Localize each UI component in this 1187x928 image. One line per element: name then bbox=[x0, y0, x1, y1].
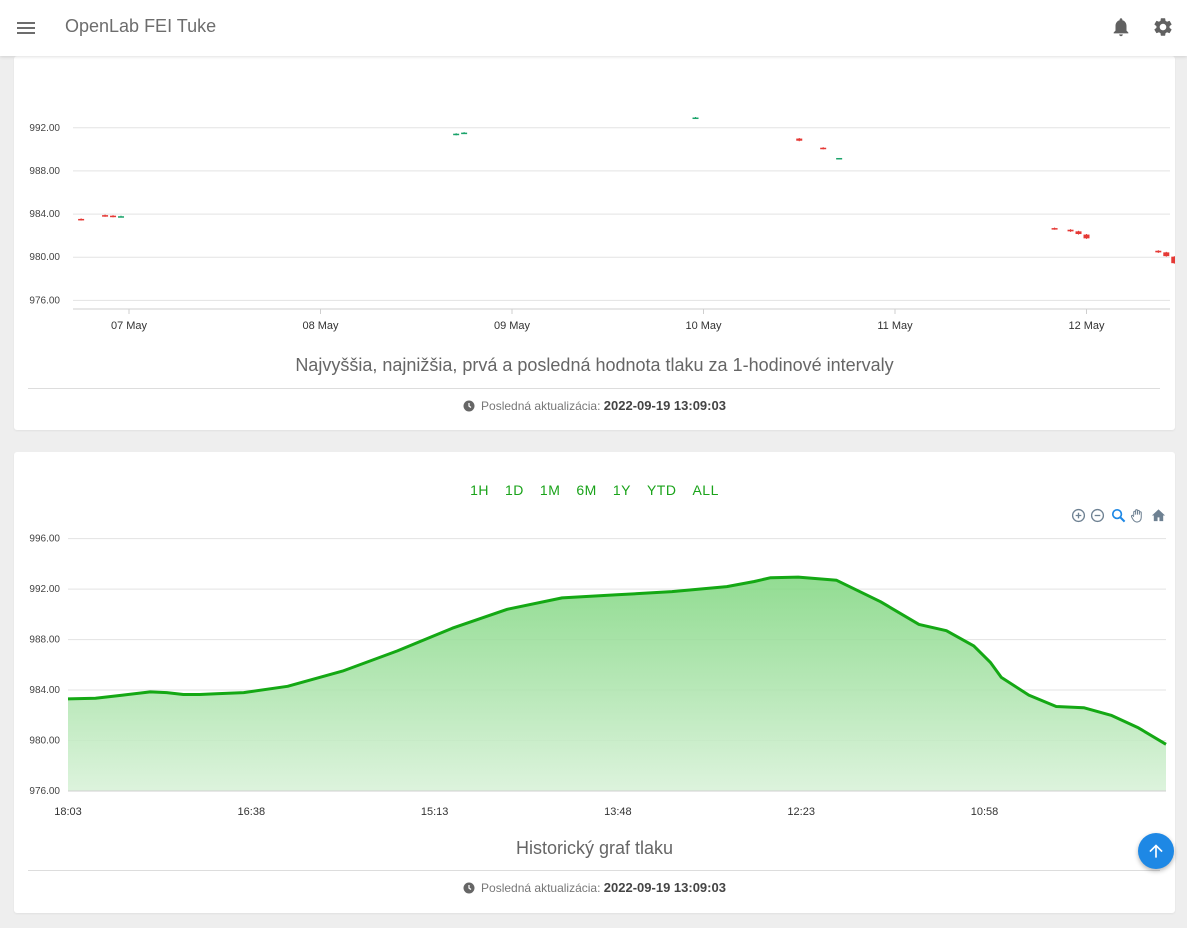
history-area-chart[interactable]: 996.00 992.00 988.00 984.00 980.00 976.00 18:0… bbox=[14, 452, 1175, 832]
x-tick-label: 12 May bbox=[1068, 320, 1105, 332]
x-tick-label: 16:38 bbox=[238, 806, 266, 818]
candle-body bbox=[796, 138, 803, 141]
last-update-label: Posledná aktualizácia: bbox=[481, 399, 601, 413]
divider bbox=[28, 870, 1160, 871]
app-title: OpenLab FEI Tuke bbox=[65, 16, 217, 36]
menu-icon[interactable] bbox=[14, 16, 38, 40]
x-tick-label: 10:58 bbox=[971, 806, 999, 818]
arrow-up-icon bbox=[1149, 844, 1163, 858]
y-tick-label: 984.00 bbox=[29, 685, 60, 696]
candle-body bbox=[118, 216, 125, 218]
last-update-value: 2022-09-19 13:09:03 bbox=[603, 398, 726, 413]
y-tick-label: 996.00 bbox=[29, 534, 60, 545]
candle-body bbox=[836, 157, 843, 160]
x-tick-label: 18:03 bbox=[54, 806, 82, 818]
x-tick-label: 15:13 bbox=[421, 806, 449, 818]
x-tick-label: 08 May bbox=[302, 320, 339, 332]
candle-body bbox=[1155, 250, 1162, 253]
candlestick-caption: Najvyššia, najnižšia, prvá a posledná ho… bbox=[295, 355, 894, 375]
clock-icon bbox=[463, 882, 475, 897]
candle-body bbox=[110, 215, 117, 218]
x-tick-label: 13:48 bbox=[604, 806, 632, 818]
y-tick-label: 992.00 bbox=[29, 123, 60, 134]
top-app-bar: OpenLab FEI Tuke bbox=[0, 0, 1187, 56]
x-tick-label: 11 May bbox=[877, 320, 913, 332]
candlestick-card: 992.00 988.00 984.00 980.00 976.00 07 May 08 M… bbox=[14, 56, 1175, 430]
history-caption: Historický graf tlaku bbox=[515, 838, 674, 858]
y-tick-label: 976.00 bbox=[29, 786, 60, 797]
candle-body bbox=[692, 117, 699, 120]
y-tick-label: 980.00 bbox=[29, 252, 60, 263]
candlestick-chart[interactable]: 992.00 988.00 984.00 980.00 976.00 07 May 08 M… bbox=[14, 56, 1175, 346]
clock-icon bbox=[463, 400, 475, 415]
candle-body bbox=[453, 133, 460, 136]
last-update-label: Posledná aktualizácia: bbox=[481, 881, 601, 895]
last-update-value: 2022-09-19 13:09:03 bbox=[603, 880, 726, 895]
candle-body bbox=[1075, 231, 1082, 235]
x-tick-label: 09 May bbox=[494, 320, 531, 332]
y-tick-label: 984.00 bbox=[29, 209, 60, 220]
scroll-to-top-button[interactable] bbox=[1138, 833, 1174, 869]
y-tick-label: 988.00 bbox=[29, 166, 60, 177]
y-tick-label: 980.00 bbox=[29, 736, 60, 747]
candle-body bbox=[1083, 234, 1090, 239]
candle-body bbox=[1163, 252, 1170, 257]
divider bbox=[28, 388, 1160, 389]
candle-body bbox=[1051, 228, 1058, 230]
y-tick-label: 988.00 bbox=[29, 635, 60, 646]
x-tick-label: 10 May bbox=[685, 320, 722, 332]
y-tick-label: 976.00 bbox=[29, 295, 60, 306]
last-update: Posledná aktualizácia: 2022-09-19 13:09:… bbox=[14, 398, 1175, 415]
area-fill bbox=[68, 577, 1166, 791]
candle-body bbox=[102, 215, 109, 217]
x-tick-label: 07 May bbox=[111, 320, 148, 332]
gear-icon[interactable] bbox=[1152, 16, 1174, 38]
history-card: 1H 1D 1M 6M 1Y YTD ALL 996.00 992.00 988.00 984.0… bbox=[14, 452, 1175, 913]
last-update: Posledná aktualizácia: 2022-09-19 13:09:… bbox=[14, 880, 1175, 897]
candle-body bbox=[78, 218, 85, 221]
candle-body bbox=[461, 132, 468, 135]
y-tick-label: 992.00 bbox=[29, 584, 60, 595]
candle-body bbox=[820, 147, 827, 150]
candle-body bbox=[1171, 256, 1175, 264]
x-tick-label: 12:23 bbox=[787, 806, 815, 818]
bell-icon[interactable] bbox=[1110, 16, 1132, 38]
candle-body bbox=[1067, 229, 1074, 232]
